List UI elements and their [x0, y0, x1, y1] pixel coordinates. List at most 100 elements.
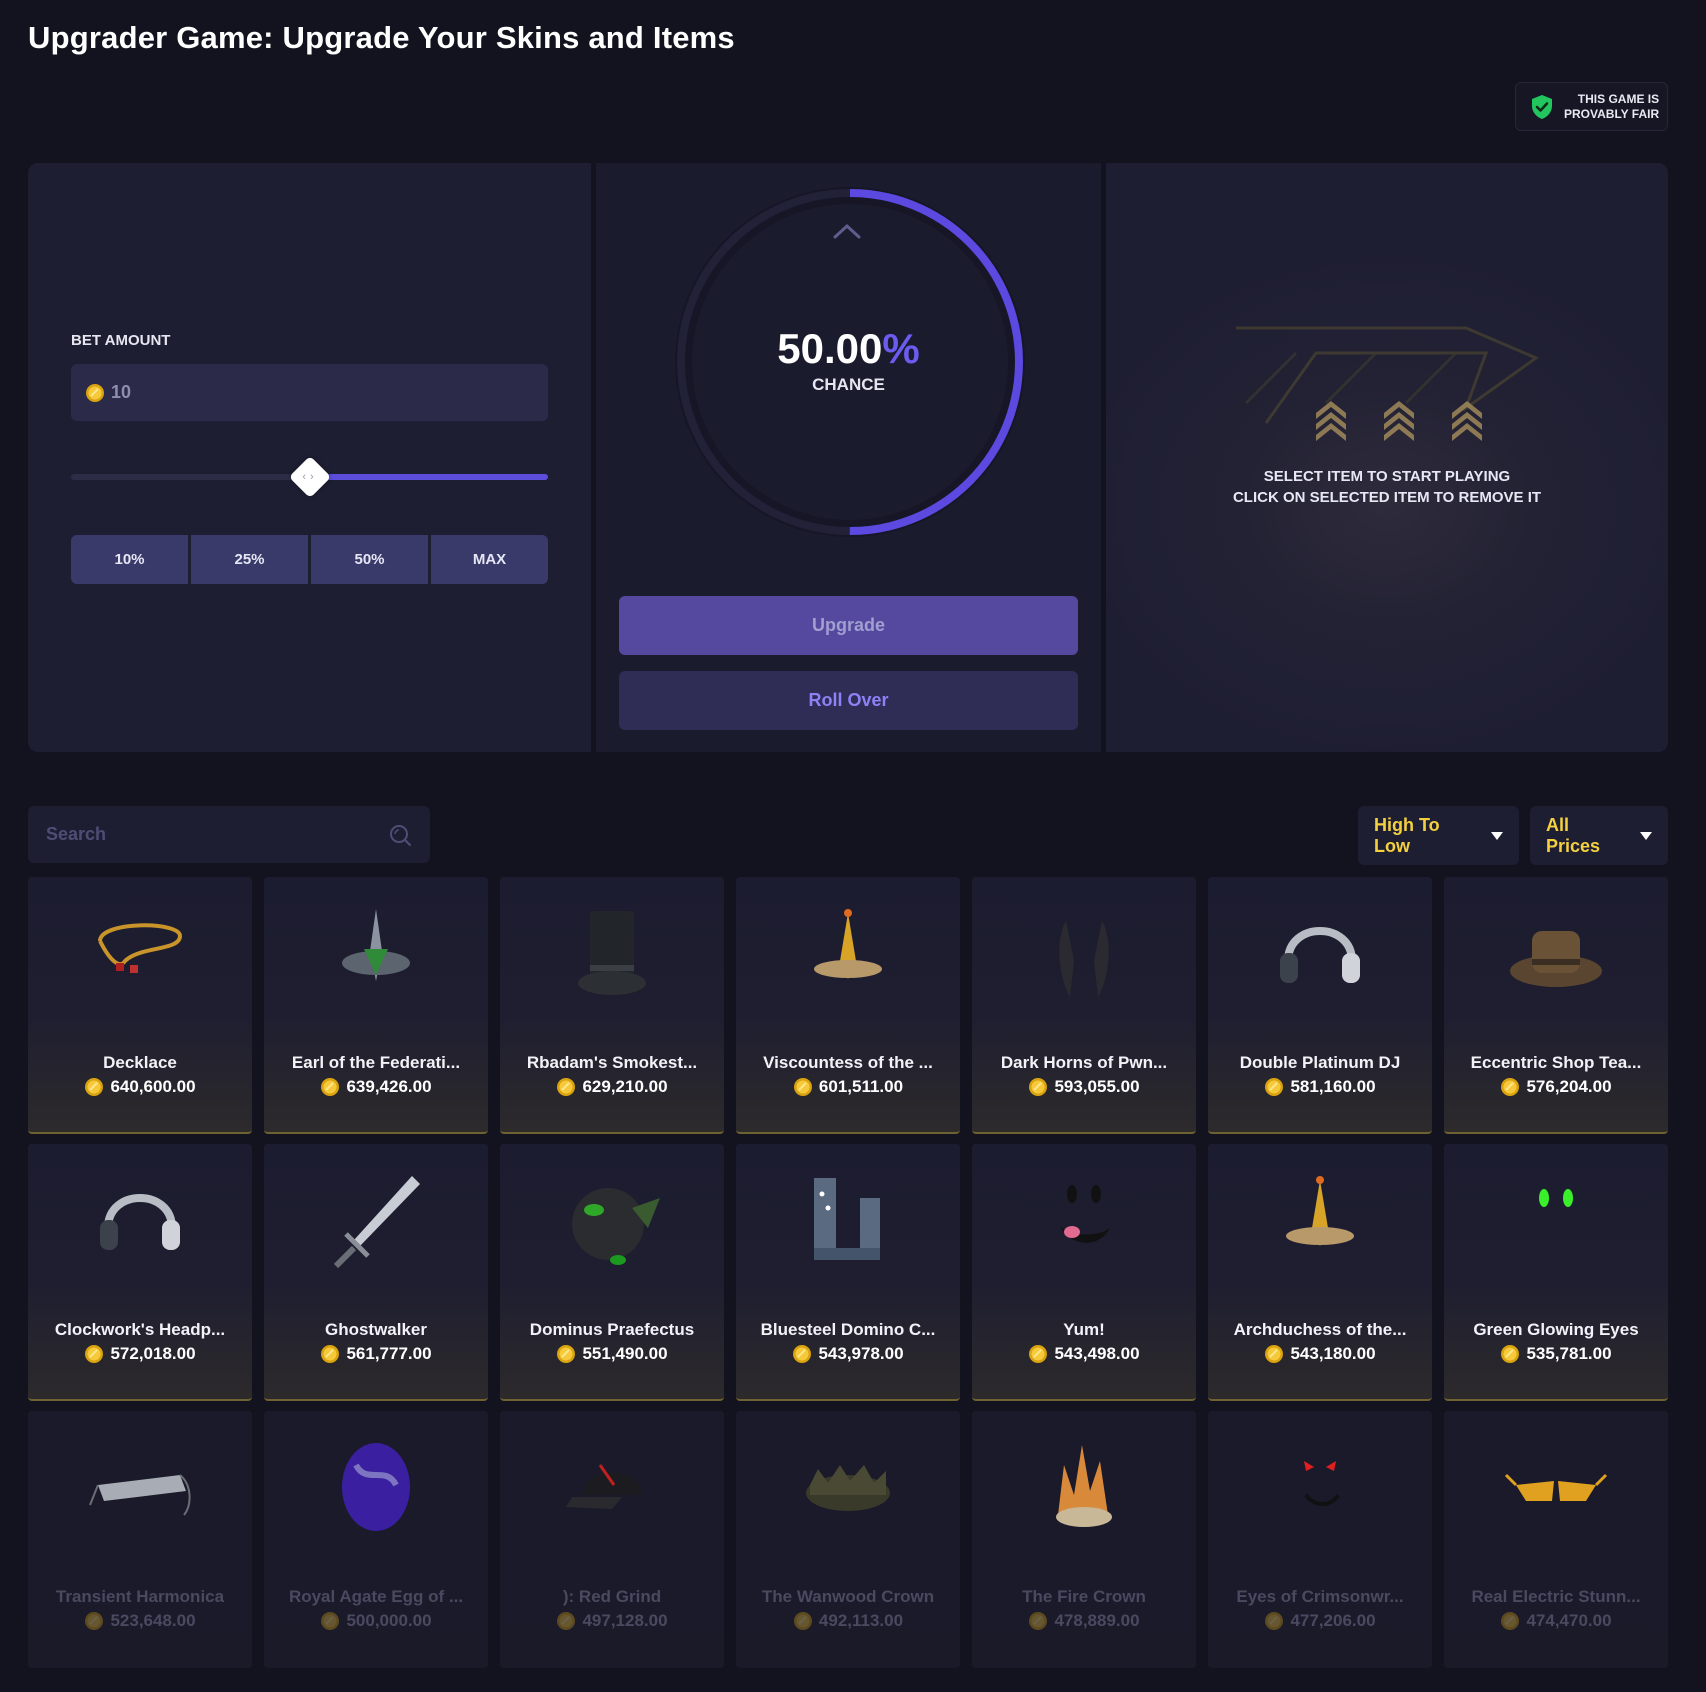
upgrade-button[interactable]: Upgrade	[619, 596, 1078, 655]
item-price-value: 551,490.00	[582, 1344, 668, 1363]
item-price: 497,128.00	[500, 1611, 724, 1631]
item-price-value: 601,511.00	[818, 1077, 904, 1096]
item-card[interactable]: Rbadam's Smokest... 629,210.00	[500, 877, 724, 1134]
item-price: 576,204.00	[1444, 1077, 1668, 1097]
item-card[interactable]: The Fire Crown 478,889.00	[972, 1411, 1196, 1668]
upgrade-logo-icon	[1236, 326, 1540, 441]
bet-amount-label: BET AMOUNT	[71, 332, 171, 349]
crown-icon	[342, 909, 410, 981]
item-price-value: 497,128.00	[582, 1611, 668, 1630]
hint-line-2: CLICK ON SELECTED ITEM TO REMOVE IT	[1232, 489, 1542, 506]
coin-icon	[1029, 1612, 1048, 1630]
item-name: The Wanwood Crown	[761, 1587, 935, 1606]
shield-check-icon	[1532, 94, 1552, 119]
coin-icon	[1501, 1345, 1520, 1363]
roll-over-button[interactable]: Roll Over	[619, 671, 1078, 730]
bet-amount-input[interactable]	[111, 382, 511, 403]
coin-icon	[321, 1078, 340, 1096]
item-name: Eyes of Crimsonwr...	[1236, 1587, 1404, 1606]
item-name: Dominus Praefectus	[529, 1320, 695, 1339]
headphones-icon	[100, 1194, 180, 1250]
coin-icon	[1501, 1612, 1520, 1630]
item-card[interactable]: Green Glowing Eyes 535,781.00	[1444, 1144, 1668, 1401]
item-card[interactable]: Viscountess of the ... 601,511.00	[736, 877, 960, 1134]
item-grid: Decklace 640,600.00 Earl of the Federati..…	[28, 877, 1668, 1668]
coin-icon	[86, 383, 104, 402]
item-name: Viscountess of the ...	[763, 1053, 933, 1072]
item-name: Clockwork's Headp...	[54, 1320, 226, 1339]
item-card[interactable]: Eyes of Crimsonwr... 477,206.00	[1208, 1411, 1432, 1668]
item-price: 535,781.00	[1444, 1344, 1668, 1364]
item-price: 543,180.00	[1208, 1344, 1432, 1364]
item-name: Real Electric Stunn...	[1471, 1587, 1641, 1606]
coin-icon	[321, 1612, 340, 1630]
item-card[interactable]: Transient Harmonica 523,648.00	[28, 1411, 252, 1668]
item-card[interactable]: Yum! 543,498.00	[972, 1144, 1196, 1401]
item-name: Dark Horns of Pwn...	[1000, 1053, 1168, 1072]
bet-percent-buttons: 10% 25% 50% MAX	[71, 535, 548, 584]
sort-order-dropdown[interactable]: High To Low	[1358, 806, 1519, 865]
bet-25-percent-button[interactable]: 25%	[191, 535, 308, 584]
target-panel[interactable]: SELECT ITEM TO START PLAYING CLICK ON SE…	[1106, 163, 1668, 752]
search-icon[interactable]	[388, 823, 412, 847]
fair-line-1: THIS GAME IS	[1577, 91, 1660, 106]
item-card[interactable]: Royal Agate Egg of ... 500,000.00	[264, 1411, 488, 1668]
item-card[interactable]: ): Red Grind 497,128.00	[500, 1411, 724, 1668]
item-card[interactable]: Ghostwalker 561,777.00	[264, 1144, 488, 1401]
item-price-value: 500,000.00	[346, 1611, 432, 1630]
item-price: 551,490.00	[500, 1344, 724, 1364]
bet-amount-field[interactable]	[71, 364, 548, 421]
item-card[interactable]: Dark Horns of Pwn... 593,055.00	[972, 877, 1196, 1134]
item-price: 639,426.00	[264, 1077, 488, 1097]
item-card[interactable]: The Wanwood Crown 492,113.00	[736, 1411, 960, 1668]
item-name: Rbadam's Smokest...	[526, 1053, 698, 1072]
item-price-value: 572,018.00	[110, 1344, 196, 1363]
coin-icon	[1029, 1345, 1048, 1363]
caret-down-icon	[1640, 831, 1652, 840]
bet-50-percent-button[interactable]: 50%	[311, 535, 428, 584]
item-price: 581,160.00	[1208, 1077, 1432, 1097]
sword-icon	[333, 1176, 420, 1269]
item-card[interactable]: Real Electric Stunn... 474,470.00	[1444, 1411, 1668, 1668]
item-card[interactable]: Archduchess of the... 543,180.00	[1208, 1144, 1432, 1401]
item-price: 543,978.00	[736, 1344, 960, 1364]
top-hat-icon	[578, 911, 646, 995]
glowing-eyes-icon	[1539, 1189, 1573, 1207]
search-box[interactable]	[28, 806, 430, 863]
coin-icon	[85, 1078, 104, 1096]
coin-icon	[321, 1345, 340, 1363]
page-title: Upgrader Game: Upgrade Your Skins and It…	[28, 20, 735, 55]
search-input[interactable]	[46, 824, 388, 845]
necklace-icon	[98, 923, 183, 973]
coin-icon	[85, 1345, 104, 1363]
shades-icon	[1504, 1473, 1608, 1501]
item-price: 561,777.00	[264, 1344, 488, 1364]
bet-slider-handle[interactable]: ‹›	[288, 455, 331, 499]
item-price: 640,600.00	[28, 1077, 252, 1097]
provably-fair-text: THIS GAME IS PROVABLY FAIR	[1564, 92, 1659, 122]
price-filter-label: All Prices	[1546, 814, 1601, 856]
provably-fair-badge[interactable]: THIS GAME IS PROVABLY FAIR	[1515, 82, 1668, 131]
item-price-value: 543,978.00	[818, 1344, 904, 1363]
bet-10-percent-button[interactable]: 10%	[71, 535, 188, 584]
item-price-value: 543,180.00	[1290, 1344, 1376, 1363]
chance-value: 50.00%	[596, 325, 1101, 373]
hint-line-1: SELECT ITEM TO START PLAYING	[1263, 468, 1511, 485]
harmonica-icon	[89, 1474, 191, 1516]
bet-max-button[interactable]: MAX	[431, 535, 548, 584]
item-card[interactable]: Bluesteel Domino C... 543,978.00	[736, 1144, 960, 1401]
chance-label: CHANCE	[812, 375, 885, 394]
chevron-up-icon	[833, 223, 861, 239]
item-price: 492,113.00	[736, 1611, 960, 1631]
item-price: 478,889.00	[972, 1611, 1196, 1631]
item-card[interactable]: Clockwork's Headp... 572,018.00	[28, 1144, 252, 1401]
item-card[interactable]: Dominus Praefectus 551,490.00	[500, 1144, 724, 1401]
item-card[interactable]: Eccentric Shop Tea... 576,204.00	[1444, 877, 1668, 1134]
item-price: 500,000.00	[264, 1611, 488, 1631]
item-card[interactable]: Decklace 640,600.00	[28, 877, 252, 1134]
item-name: Green Glowing Eyes	[1473, 1320, 1639, 1339]
caret-down-icon	[1491, 831, 1503, 840]
price-filter-dropdown[interactable]: All Prices	[1530, 806, 1668, 865]
item-card[interactable]: Double Platinum DJ 581,160.00	[1208, 877, 1432, 1134]
item-card[interactable]: Earl of the Federati... 639,426.00	[264, 877, 488, 1134]
